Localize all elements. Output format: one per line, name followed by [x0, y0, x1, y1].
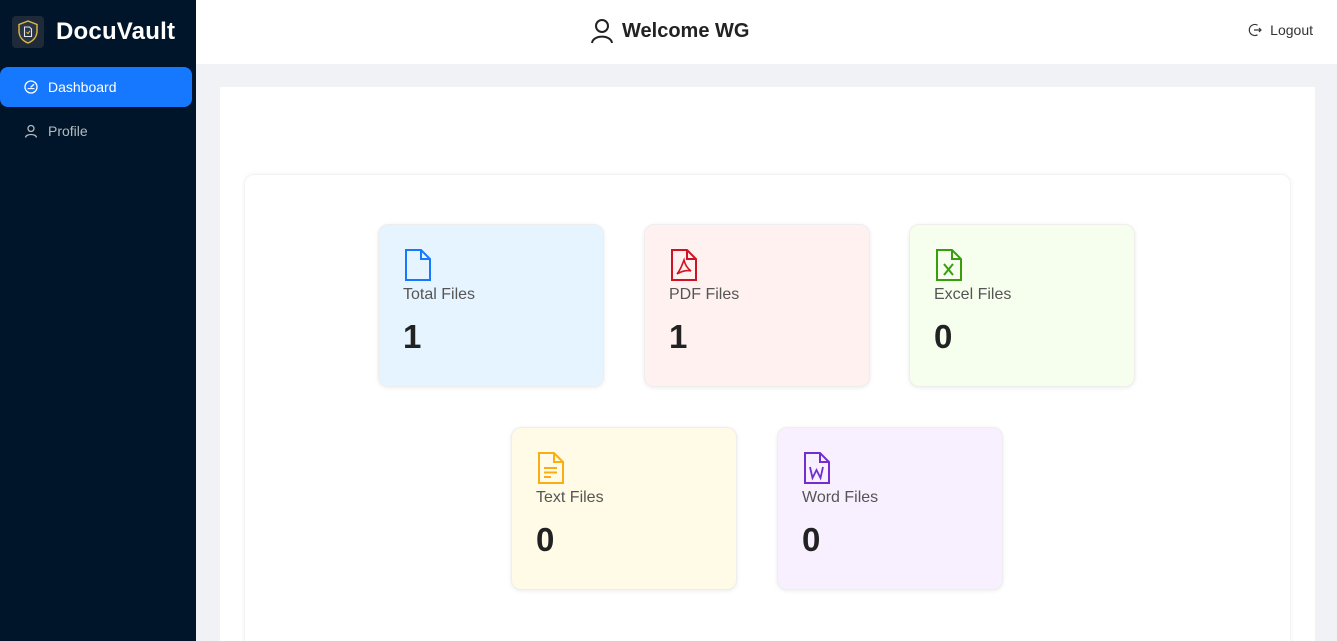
- excel-file-icon: [934, 248, 964, 282]
- stat-card-text-files[interactable]: Text Files 0: [511, 427, 737, 590]
- user-icon: [24, 124, 38, 138]
- text-file-icon: [536, 451, 566, 485]
- sidebar-item-dashboard[interactable]: Dashboard: [0, 67, 192, 107]
- shield-document-icon: [12, 16, 44, 48]
- stat-value: 1: [669, 318, 688, 355]
- sidebar-item-label: Profile: [48, 123, 88, 139]
- file-icon: [403, 248, 433, 282]
- stat-card-pdf-files[interactable]: PDF Files 1: [644, 224, 870, 387]
- stat-value: 0: [802, 521, 821, 558]
- sidebar: DocuVault Dashboard Profile: [0, 0, 196, 641]
- main-content: Total Files 1 PDF Files 1 Excel Files 0 …: [220, 87, 1315, 641]
- logout-label: Logout: [1270, 22, 1313, 38]
- word-file-icon: [802, 451, 832, 485]
- stat-label: Total Files: [403, 286, 476, 303]
- stat-value: 0: [934, 318, 953, 355]
- welcome-message: Welcome WG: [590, 18, 749, 44]
- sidebar-item-label: Dashboard: [48, 79, 117, 95]
- sidebar-menu: Dashboard Profile: [0, 67, 196, 151]
- logout-icon: [1248, 23, 1263, 37]
- stats-panel: Total Files 1 PDF Files 1 Excel Files 0 …: [244, 174, 1291, 641]
- welcome-text: Welcome WG: [622, 19, 750, 42]
- stat-label: Excel Files: [934, 286, 1012, 303]
- top-header: Welcome WG Logout: [196, 0, 1337, 64]
- sidebar-item-profile[interactable]: Profile: [0, 111, 192, 151]
- stat-card-excel-files[interactable]: Excel Files 0: [909, 224, 1135, 387]
- stat-value: 0: [536, 521, 555, 558]
- stat-card-total-files[interactable]: Total Files 1: [378, 224, 604, 387]
- brand-name: DocuVault: [56, 18, 176, 45]
- stat-label: PDF Files: [669, 286, 740, 303]
- user-icon: [590, 18, 614, 44]
- stat-label: Text Files: [536, 489, 604, 506]
- stat-label: Word Files: [802, 489, 879, 506]
- app-root: DocuVault Dashboard Profile Welcome WG L…: [0, 0, 1337, 641]
- stat-card-word-files[interactable]: Word Files 0: [777, 427, 1003, 590]
- dashboard-icon: [24, 80, 38, 94]
- logout-button[interactable]: Logout: [1248, 22, 1313, 38]
- pdf-file-icon: [669, 248, 699, 282]
- brand[interactable]: DocuVault: [0, 0, 196, 64]
- stat-value: 1: [403, 318, 422, 355]
